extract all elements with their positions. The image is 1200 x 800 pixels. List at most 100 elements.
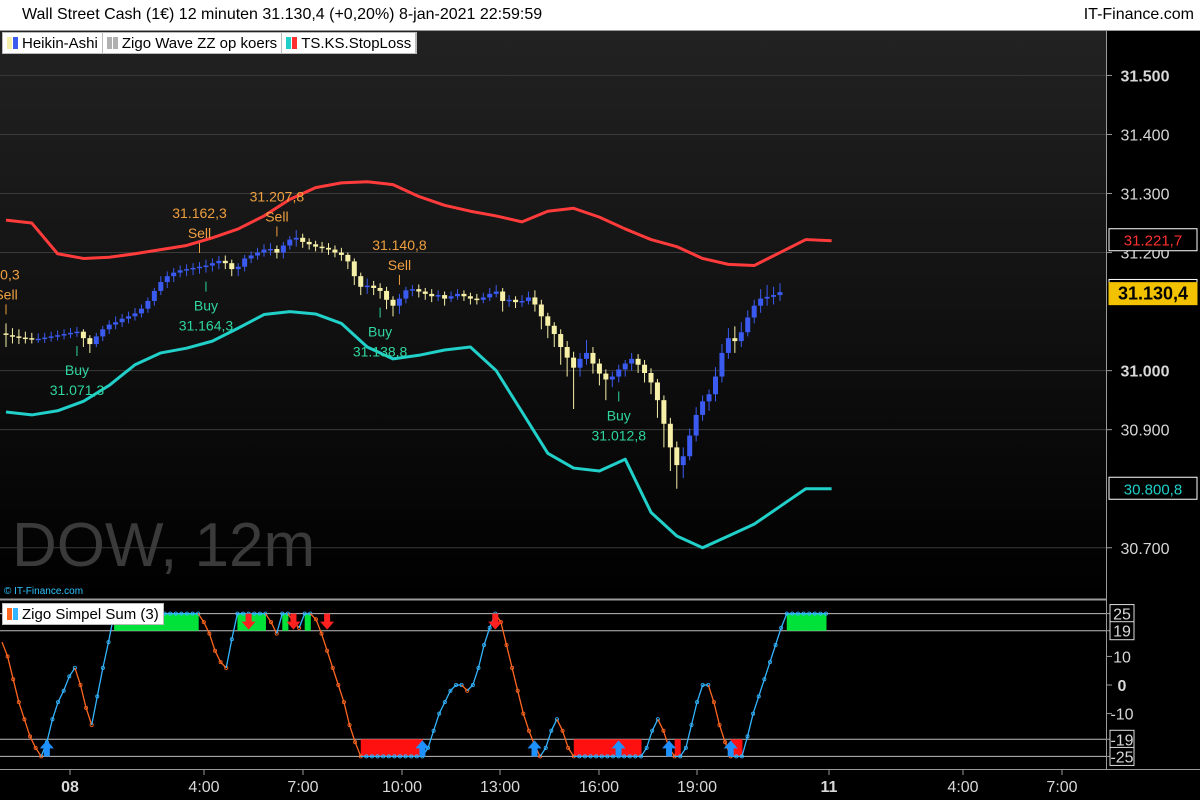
legend-item[interactable]: Zigo Wave ZZ op koers bbox=[103, 33, 283, 53]
signal-label: Buy bbox=[194, 298, 218, 314]
signal-value-label: 31.012,8 bbox=[592, 427, 647, 443]
candle-body bbox=[538, 304, 544, 317]
price-tick-label: 30.900 bbox=[1121, 423, 1170, 440]
candle-body bbox=[29, 338, 35, 340]
legend-label: Heikin-Ashi bbox=[22, 34, 98, 52]
candle-body bbox=[732, 338, 738, 342]
osc-high-fill bbox=[192, 613, 199, 631]
osc-high-fill bbox=[797, 613, 805, 631]
candle-body bbox=[371, 285, 377, 288]
signal-value-label: 31.140,8 bbox=[372, 237, 427, 253]
osc-low-fill bbox=[579, 739, 586, 757]
osc-low-fill bbox=[388, 739, 395, 757]
candle-body bbox=[138, 308, 144, 314]
candle-body bbox=[126, 316, 132, 319]
candle-body bbox=[661, 400, 667, 424]
candle-body bbox=[48, 336, 54, 338]
candle-body bbox=[635, 358, 641, 365]
candle-body bbox=[74, 331, 80, 334]
osc-low-fill bbox=[624, 739, 631, 757]
candle-body bbox=[300, 237, 306, 242]
candle-body bbox=[255, 252, 261, 256]
candle-body bbox=[158, 282, 164, 291]
signal-label: Sell bbox=[388, 257, 411, 273]
signal-value-label: 31.071,3 bbox=[50, 382, 105, 398]
candle-body bbox=[235, 266, 241, 270]
candle-body bbox=[448, 296, 454, 299]
signal-value-label: 40,3 bbox=[0, 266, 20, 282]
candle-body bbox=[377, 287, 383, 291]
candle-body bbox=[713, 376, 718, 395]
osc-low-fill bbox=[584, 739, 592, 757]
instrument-watermark: DOW, 12m bbox=[12, 511, 316, 580]
osc-high-fill bbox=[814, 613, 821, 631]
candle-body bbox=[525, 297, 531, 301]
time-tick-label: 13:00 bbox=[480, 779, 520, 796]
candle-body bbox=[9, 335, 15, 337]
osc-high-fill bbox=[186, 613, 194, 631]
candle-body bbox=[461, 293, 467, 297]
oscillator-swatch-icon bbox=[7, 608, 12, 620]
candle-body bbox=[164, 276, 170, 283]
candle-body bbox=[274, 249, 280, 253]
osc-tick-label: -25 bbox=[1110, 749, 1133, 766]
candle-body bbox=[506, 299, 512, 302]
signal-label: Sell bbox=[265, 208, 288, 224]
osc-low-fill bbox=[674, 739, 681, 757]
candle-body bbox=[132, 313, 138, 317]
candle-body bbox=[229, 263, 235, 270]
candle-body bbox=[687, 435, 693, 457]
candle-body bbox=[642, 364, 648, 373]
candle-body bbox=[693, 414, 699, 436]
time-tick-label: 4:00 bbox=[947, 779, 978, 796]
legend-item[interactable]: Heikin-Ashi bbox=[3, 33, 103, 53]
osc-high-fill bbox=[786, 613, 793, 631]
osc-tick-label: 25 bbox=[1113, 607, 1131, 624]
candle-body bbox=[467, 296, 473, 299]
signal-value-label: 31.138,8 bbox=[353, 344, 408, 360]
candle-body bbox=[351, 261, 357, 277]
candle-body bbox=[68, 332, 73, 335]
candle-body bbox=[480, 297, 486, 300]
oscillator-swatch-icon bbox=[13, 608, 18, 620]
candle-body bbox=[345, 254, 351, 262]
osc-low-fill bbox=[601, 739, 608, 757]
candle-body bbox=[700, 401, 706, 415]
candle-body bbox=[287, 239, 293, 246]
candle-body bbox=[622, 363, 628, 370]
signal-value-label: 31.164,3 bbox=[179, 318, 234, 334]
time-tick-label: 7:00 bbox=[1046, 779, 1077, 796]
candle-body bbox=[764, 296, 770, 299]
candle-body bbox=[87, 338, 93, 345]
signal-value-label: 31.162,3 bbox=[172, 205, 227, 221]
candle-body bbox=[532, 297, 538, 305]
candle-body bbox=[396, 298, 402, 306]
osc-low-fill bbox=[377, 739, 384, 757]
signal-label: Sell bbox=[0, 286, 18, 302]
candle-body bbox=[455, 293, 460, 297]
candle-body bbox=[435, 295, 441, 297]
candle-body bbox=[771, 295, 777, 297]
candle-body bbox=[151, 290, 157, 301]
candle-body bbox=[564, 347, 570, 358]
candle-body bbox=[358, 276, 364, 287]
signal-label: Buy bbox=[368, 324, 392, 340]
time-tick-label: 08 bbox=[61, 779, 79, 796]
price-badge-label: 31.130,4 bbox=[1118, 284, 1188, 304]
osc-tick-label: -19 bbox=[1110, 732, 1133, 749]
price-badge-label: 30.800,8 bbox=[1124, 481, 1182, 498]
candle-body bbox=[177, 270, 183, 273]
candle-body bbox=[609, 376, 615, 380]
osc-low-fill bbox=[573, 739, 580, 757]
candle-body bbox=[706, 394, 712, 402]
candle-body bbox=[654, 382, 660, 401]
osc-tick-label: -10 bbox=[1110, 707, 1133, 724]
time-tick-label: 10:00 bbox=[382, 779, 422, 796]
candle-body bbox=[267, 249, 273, 251]
legend-label: TS.KS.StopLoss bbox=[301, 34, 412, 52]
legend-label: Zigo Wave ZZ op koers bbox=[121, 34, 278, 52]
legend-item[interactable]: TS.KS.StopLoss bbox=[282, 33, 417, 53]
candle-body bbox=[474, 298, 480, 301]
candle-body bbox=[216, 260, 222, 264]
osc-high-fill bbox=[181, 613, 188, 631]
